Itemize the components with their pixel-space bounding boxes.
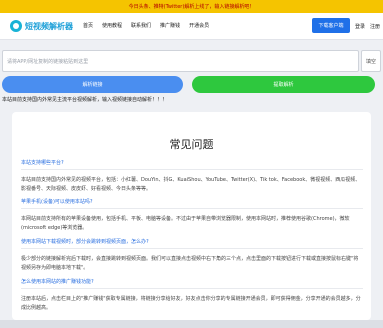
faq-item: 苹果手机(设备)可以使用本站吗? 本网站目前支持所有的苹果设备使用，包括手机、平… bbox=[21, 198, 363, 233]
nav-link-home[interactable]: 首页 bbox=[83, 22, 93, 29]
faq-item: 怎么使用本网站的推广赚钱功能? 注册本站后，点击栏目上的"推广赚钱"获取专属链接… bbox=[21, 278, 363, 313]
faq-item: 本站支持哪些平台? 本站目前支持国内外常见的视频平台，包括：小红薯、DouYin… bbox=[21, 159, 363, 194]
faq-answer: 注册本站后，点击栏目上的"推广赚钱"获取专属链接，将链接分享给好友，好友点击你分… bbox=[21, 296, 361, 311]
fill-button[interactable]: 填空 bbox=[361, 50, 381, 72]
faq-item: 使用本网站下载视频时，部分会跳转到视频页面，怎么办? 极少部分的链接解析完后下载… bbox=[21, 238, 363, 273]
faq-title: 常见问题 bbox=[169, 138, 214, 151]
top-navbar: 短视频解析器 首页 使用教程 联系我们 推广赚钱 开通会员 下载客户端 登录 注… bbox=[0, 13, 383, 40]
extract-parse-button[interactable]: 提取解析 bbox=[192, 76, 375, 93]
faq-answer: 本网站目前支持所有的苹果设备使用，包括手机、平板、电脑等设备。不过由于苹果自带浏… bbox=[21, 216, 350, 231]
bottom-bar bbox=[0, 320, 383, 328]
search-area: 请将APP/网址复制的链接粘贴到这里 填空 bbox=[0, 50, 383, 74]
faq-answer: 极少部分的链接解析完后下载时，会直接跳转到视频页面。我们可以直接点击视频中右下角… bbox=[21, 256, 359, 271]
faq-question[interactable]: 使用本网站下载视频时，部分会跳转到视频页面，怎么办? bbox=[21, 238, 363, 249]
logo-icon bbox=[10, 20, 22, 32]
login-link[interactable]: 登录 bbox=[355, 23, 365, 30]
nav-link-promotion[interactable]: 推广赚钱 bbox=[160, 22, 180, 29]
link-input[interactable]: 请将APP/网址复制的链接粘贴到这里 bbox=[2, 50, 359, 72]
banner-text: 今日头条、推特(Twitter)解析上线了，输入链接解析吧！ bbox=[128, 4, 255, 10]
faq-question[interactable]: 本站支持哪些平台? bbox=[21, 159, 363, 170]
top-announcement-banner: 今日头条、推特(Twitter)解析上线了，输入链接解析吧！ bbox=[0, 0, 383, 13]
nav-links: 首页 使用教程 联系我们 推广赚钱 开通会员 bbox=[83, 22, 218, 29]
support-notice: 本站目前支持国内外常见主流平台视频解析，输入视频链接自动解析！！！ bbox=[2, 97, 168, 103]
nav-link-membership[interactable]: 开通会员 bbox=[189, 22, 209, 29]
site-logo[interactable]: 短视频解析器 bbox=[10, 20, 73, 32]
download-client-button[interactable]: 下载客户端 bbox=[312, 18, 350, 33]
parse-link-button[interactable]: 解析链接 bbox=[2, 76, 183, 93]
nav-link-tutorial[interactable]: 使用教程 bbox=[102, 22, 122, 29]
faq-answer: 本站目前支持国内外常见的视频平台，包括：小红薯、DouYin、抖G、KuaiSh… bbox=[21, 177, 361, 192]
faq-question[interactable]: 苹果手机(设备)可以使用本站吗? bbox=[21, 198, 363, 209]
register-link[interactable]: 注册 bbox=[370, 23, 380, 30]
logo-text: 短视频解析器 bbox=[25, 21, 73, 31]
nav-link-contact[interactable]: 联系我们 bbox=[131, 22, 151, 29]
faq-question[interactable]: 怎么使用本网站的推广赚钱功能? bbox=[21, 278, 363, 289]
faq-panel: 常见问题 本站支持哪些平台? 本站目前支持国内外常见的视频平台，包括：小红薯、D… bbox=[12, 112, 371, 320]
